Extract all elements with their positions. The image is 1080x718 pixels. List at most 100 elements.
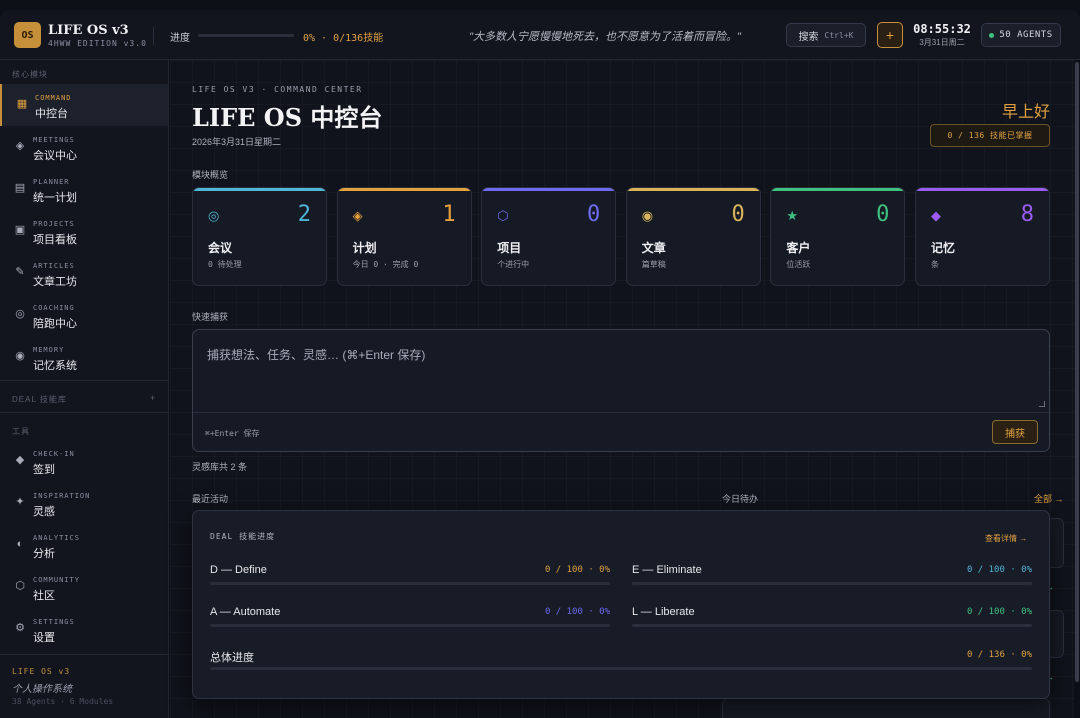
diamond-dot-icon: ◈: [15, 140, 25, 152]
gear-icon: ⚙: [15, 622, 25, 634]
divider: [193, 412, 1049, 413]
brand-subtitle: 4HWW EDITION v3.0: [48, 39, 147, 48]
overview-label: 模块概览: [192, 170, 229, 180]
deal-progress-row: L — Liberate 0 / 100 · 0%: [632, 606, 1032, 630]
sidebar-item-en-label: MEETINGS: [33, 136, 75, 144]
card-count: 0: [731, 202, 745, 227]
sidebar-item-memory[interactable]: ◉ MEMORY 记忆系统: [0, 336, 168, 378]
resize-handle-icon[interactable]: [1039, 401, 1045, 407]
divider: [0, 654, 168, 655]
search-label: 搜索: [798, 31, 819, 43]
sparkle-icon: ✦: [15, 496, 25, 508]
sidebar-item-label: 统一计划: [33, 192, 77, 204]
sidebar-item-coaching[interactable]: ◎ COACHING 陪跑中心: [0, 294, 168, 336]
motto-quote: "大多数人宁愿慢慢地死去，也不愿意为了活着而冒险。": [469, 31, 741, 43]
card-count: 1: [442, 202, 456, 227]
deal-progress-row: A — Automate 0 / 100 · 0%: [210, 606, 610, 630]
card-accent-bar: [771, 188, 905, 191]
module-card[interactable]: ◉ 0 文章 篇草稿: [625, 187, 761, 286]
sidebar-item-en-label: MEMORY: [33, 346, 65, 354]
card-count: 0: [586, 202, 601, 227]
sidebar-item-meetings[interactable]: ◈ MEETINGS 会议中心: [0, 126, 168, 168]
sidebar-item-en-label: ANALYTICS: [33, 534, 80, 542]
module-card[interactable]: ★ 0 客户 位活跃: [770, 187, 906, 286]
sidebar-item-check-in[interactable]: ◆ CHECK-IN 签到: [0, 440, 168, 482]
sidebar-item-projects[interactable]: ▣ PROJECTS 项目看板: [0, 210, 168, 252]
sidebar-item-label: 分析: [33, 548, 55, 560]
inspiration-count: 灵感库共 2 条: [192, 462, 248, 472]
skill-badge[interactable]: 0 / 136 技能已掌握: [930, 124, 1050, 147]
todo-panel: [722, 698, 1050, 718]
sidebar-item-en-label: COMMAND: [35, 94, 72, 102]
brand-title: LIFE OS v3: [48, 23, 129, 38]
divider: [0, 380, 168, 381]
agents-button[interactable]: 50 AGENTS: [981, 23, 1061, 47]
divider: [153, 27, 154, 45]
footer-subtitle: 个人操作系统: [12, 684, 72, 695]
sidebar-item-label: 项目看板: [33, 234, 77, 246]
card-subtitle: 位活跃: [786, 260, 811, 269]
add-button[interactable]: +: [877, 22, 903, 48]
sidebar-item-en-label: PLANNER: [33, 178, 70, 186]
app-logo[interactable]: OS: [14, 22, 41, 48]
sidebar-item-label: 签到: [33, 464, 55, 476]
module-card[interactable]: ◈ 1 计划 今日 0 · 完成 0: [336, 187, 472, 286]
deal-skill-name: L — Liberate: [632, 606, 695, 618]
sidebar-item-planner[interactable]: ▤ PLANNER 统一计划: [0, 168, 168, 210]
deal-skill-value: 0 / 100 · 0%: [544, 565, 610, 575]
sidebar-item-settings[interactable]: ⚙ SETTINGS 设置: [0, 608, 168, 650]
progress-label: 进度: [170, 33, 190, 44]
sidebar: 核心模块 ▦ COMMAND 中控台 ◈ MEETINGS 会议中心 ▤ PLANNER 统一计…: [0, 60, 169, 718]
sidebar-item-articles[interactable]: ✎ ARTICLES 文章工坊: [0, 252, 168, 294]
card-accent-bar: [626, 188, 760, 191]
deal-expand-toggle[interactable]: +: [150, 393, 155, 403]
card-count: 2: [297, 202, 311, 227]
sidebar-item-analytics[interactable]: ◐ ANALYTICS 分析: [0, 524, 168, 566]
capture-input[interactable]: [207, 346, 1027, 406]
capture-hint: ⌘+Enter 保存: [205, 429, 260, 438]
capture-label: 快速捕获: [192, 312, 229, 322]
sidebar-item-command[interactable]: ▦ COMMAND 中控台: [0, 84, 168, 126]
recent-activity-label: 最近活动: [192, 494, 229, 504]
sidebar-item-label: 中控台: [35, 108, 68, 120]
divider: [0, 412, 168, 413]
list-icon: ▤: [14, 182, 26, 194]
progress-text: 0% · 0/136技能: [303, 33, 384, 44]
sidebar-item-community[interactable]: ⬡ COMMUNITY 社区: [0, 566, 168, 608]
record-icon: ◉: [15, 350, 25, 362]
sidebar-item-inspiration[interactable]: ✦ INSPIRATION 灵感: [0, 482, 168, 524]
quick-capture: ⌘+Enter 保存 捕获: [192, 329, 1050, 452]
hexagon-icon: ⬡: [497, 208, 509, 223]
capture-button[interactable]: 捕获: [992, 420, 1038, 444]
grid-icon: ▦: [16, 98, 28, 110]
scrollbar-thumb[interactable]: [1075, 62, 1079, 682]
page-eyebrow: LIFE OS V3 · COMMAND CENTER: [192, 85, 363, 94]
hexagon-icon: ⬡: [15, 580, 25, 592]
footer-title: LIFE OS v3: [12, 667, 71, 676]
card-accent-bar: [916, 188, 1049, 191]
clock-time: 08:55:32: [913, 22, 971, 36]
star-icon: ★: [786, 208, 799, 223]
card-title: 计划: [352, 241, 377, 255]
card-subtitle: 篇草稿: [641, 260, 666, 269]
target-icon: ◎: [208, 208, 220, 223]
deal-skill-name: 总体进度: [210, 652, 254, 664]
sidebar-item-en-label: INSPIRATION: [33, 492, 91, 500]
deal-title: DEAL 技能进度: [210, 532, 276, 541]
sidebar-item-label: 记忆系统: [33, 360, 77, 372]
deal-skill-name: D — Define: [210, 564, 267, 576]
diamond-dot-icon: ◈: [352, 208, 363, 223]
sidebar-item-label: 陪跑中心: [33, 318, 77, 330]
deal-progress-row: D — Define 0 / 100 · 0%: [210, 564, 610, 588]
card-title: 客户: [786, 241, 811, 255]
module-card[interactable]: ⬡ 0 项目 个进行中: [481, 187, 617, 286]
module-card[interactable]: ◆ 8 记忆条: [915, 187, 1050, 286]
card-title: 会议: [208, 241, 233, 255]
page-title: LIFE OS 中控台: [192, 103, 383, 132]
deal-details-link[interactable]: 查看详情 →: [985, 533, 1027, 544]
module-card[interactable]: ◎ 2 会议 0 待处理: [192, 187, 327, 286]
view-all-link[interactable]: 全部 →: [1034, 492, 1064, 505]
card-title: 项目: [497, 241, 522, 255]
deal-skill-value: 0 / 100 · 0%: [966, 607, 1032, 617]
search-button[interactable]: 搜索 Ctrl+K: [786, 23, 866, 47]
